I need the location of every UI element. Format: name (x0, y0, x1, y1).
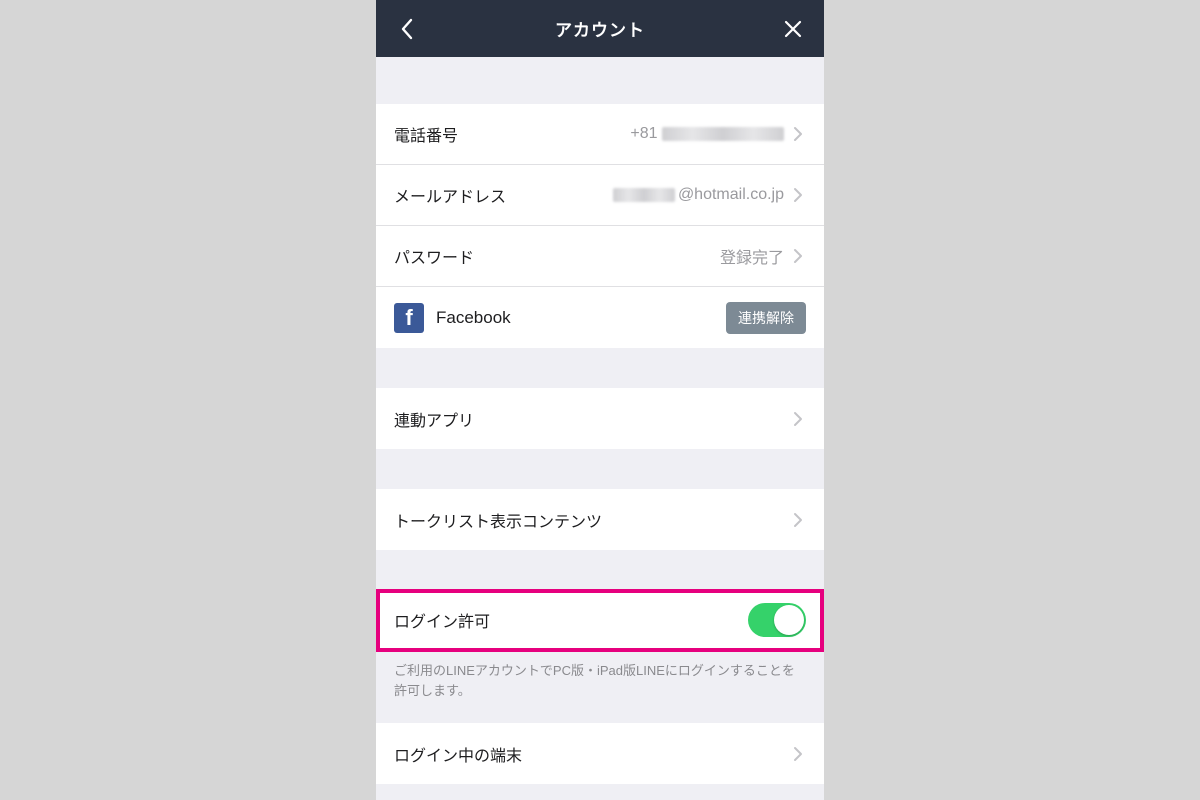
talk-list-group: トークリスト表示コンテンツ (376, 489, 824, 550)
row-email-value: @hotmail.co.jp (613, 186, 784, 204)
row-password-value: 登録完了 (720, 244, 784, 268)
login-allow-group: ログイン許可 (376, 590, 824, 651)
row-login-allow-label: ログイン許可 (394, 608, 490, 632)
row-facebook-label: Facebook (436, 308, 511, 328)
chevron-right-icon (790, 512, 806, 528)
account-info-group: 電話番号 +81 メールアドレス @hotmail.co.jp パスワード (376, 104, 824, 348)
back-button[interactable] (394, 16, 420, 42)
row-phone[interactable]: 電話番号 +81 (376, 104, 824, 165)
row-password[interactable]: パスワード 登録完了 (376, 226, 824, 287)
login-allow-toggle[interactable] (748, 603, 806, 637)
navbar: アカウント (376, 0, 824, 57)
redacted-email-user (613, 188, 675, 202)
chevron-right-icon (790, 746, 806, 762)
row-email[interactable]: メールアドレス @hotmail.co.jp (376, 165, 824, 226)
row-phone-label: 電話番号 (394, 122, 458, 146)
facebook-icon: f (394, 303, 424, 333)
row-talk-list-label: トークリスト表示コンテンツ (394, 508, 602, 532)
chevron-right-icon (790, 411, 806, 427)
close-button[interactable] (780, 16, 806, 42)
row-password-label: パスワード (394, 244, 474, 268)
row-talk-list[interactable]: トークリスト表示コンテンツ (376, 489, 824, 550)
row-phone-value: +81 (630, 125, 784, 143)
row-email-label: メールアドレス (394, 183, 506, 207)
chevron-right-icon (790, 248, 806, 264)
chevron-right-icon (790, 126, 806, 142)
facebook-unlink-button[interactable]: 連携解除 (726, 302, 806, 334)
logged-devices-group: ログイン中の端末 (376, 723, 824, 784)
row-login-allow: ログイン許可 (376, 590, 824, 651)
redacted-phone (662, 127, 784, 141)
account-settings-screen: アカウント 電話番号 +81 メールアドレス @hotmail.co.jp (376, 0, 824, 800)
email-domain: @hotmail.co.jp (678, 186, 784, 203)
row-linked-apps-label: 連動アプリ (394, 407, 474, 431)
login-allow-description: ご利用のLINEアカウントでPC版・iPad版LINEにログインすることを許可し… (376, 651, 824, 701)
phone-prefix: +81 (630, 125, 657, 142)
row-logged-devices-label: ログイン中の端末 (394, 742, 522, 766)
close-icon (783, 19, 803, 39)
row-linked-apps[interactable]: 連動アプリ (376, 388, 824, 449)
row-facebook: f Facebook 連携解除 (376, 287, 824, 348)
linked-apps-group: 連動アプリ (376, 388, 824, 449)
row-logged-devices[interactable]: ログイン中の端末 (376, 723, 824, 784)
chevron-right-icon (790, 187, 806, 203)
chevron-left-icon (400, 18, 414, 40)
page-title: アカウント (555, 16, 645, 41)
